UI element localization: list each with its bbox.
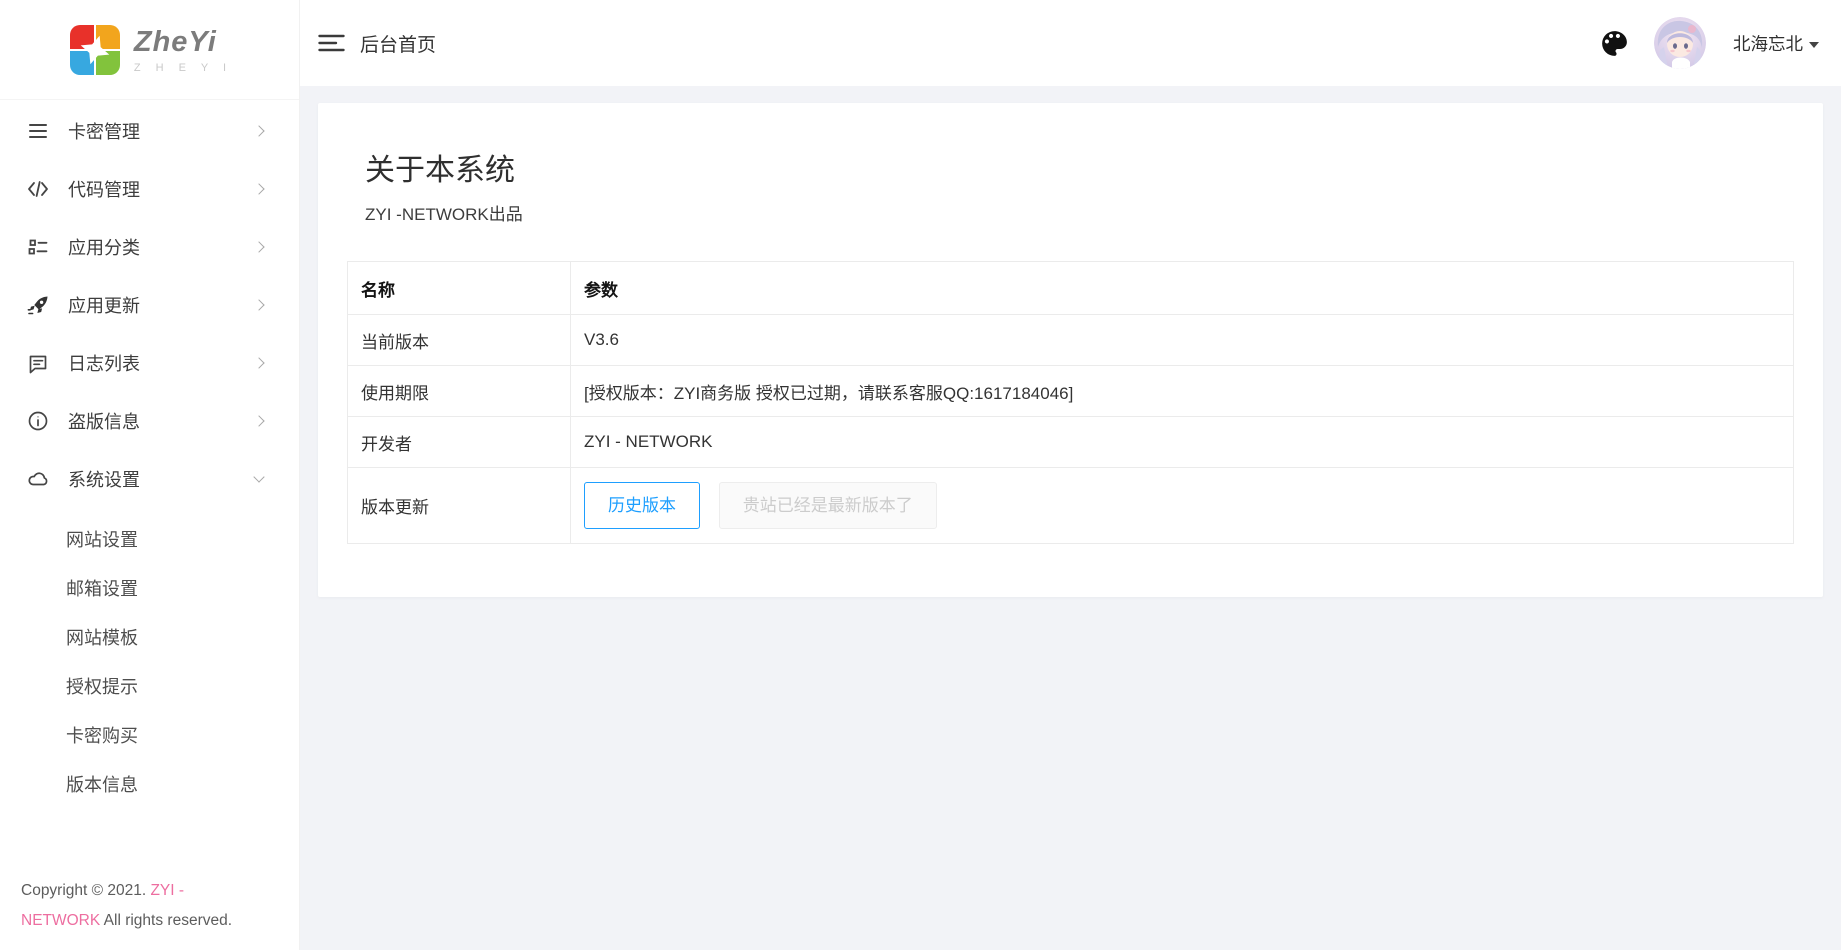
username-label: 北海忘北 <box>1733 31 1803 56</box>
row-actions: 历史版本 贵站已经是最新版本了 <box>571 468 1794 544</box>
sidebar-subitem-site-template[interactable]: 网站模板 <box>0 614 299 663</box>
copyright-prefix: Copyright © 2021. <box>21 882 150 899</box>
sidebar-item-label: 系统设置 <box>68 466 255 492</box>
sidebar-copyright: Copyright © 2021. ZYI - NETWORK All righ… <box>21 876 249 936</box>
sidebar-subitem-mail-settings[interactable]: 邮箱设置 <box>0 565 299 614</box>
code-icon <box>27 178 49 200</box>
sidebar-subitem-version-info[interactable]: 版本信息 <box>0 761 299 810</box>
sidebar-item-app-update[interactable]: 应用更新 <box>0 276 299 334</box>
topbar: 后台首页 <box>300 0 1841 86</box>
chevron-right-icon <box>253 125 264 136</box>
caret-down-icon <box>1809 42 1819 48</box>
row-label: 开发者 <box>348 417 571 468</box>
brand-text: ZheYi Z H E Y I <box>134 26 232 74</box>
copyright-suffix: All rights reserved. <box>100 912 232 929</box>
chevron-right-icon <box>253 299 264 310</box>
brand-logo-icon <box>67 22 123 78</box>
breadcrumb-home[interactable]: 后台首页 <box>360 30 436 57</box>
chevron-right-icon <box>253 357 264 368</box>
sidebar-item-system-settings[interactable]: 系统设置 <box>0 450 299 508</box>
latest-version-button[interactable]: 贵站已经是最新版本了 <box>719 482 937 529</box>
user-avatar[interactable] <box>1654 17 1706 69</box>
sidebar-item-label: 应用分类 <box>68 234 255 260</box>
sidebar-item-log-list[interactable]: 日志列表 <box>0 334 299 392</box>
system-settings-submenu: 网站设置 邮箱设置 网站模板 授权提示 卡密购买 版本信息 <box>0 508 299 810</box>
row-label: 版本更新 <box>348 468 571 544</box>
row-value: [授权版本：ZYI商务版 授权已过期，请联系客服QQ:1617184046] <box>571 366 1794 417</box>
row-value: V3.6 <box>571 315 1794 366</box>
sidebar-item-label: 卡密管理 <box>68 118 255 144</box>
about-table: 名称 参数 当前版本 V3.6 使用期限 [授权版本：ZYI商务版 授权已过期，… <box>347 261 1794 544</box>
history-version-button[interactable]: 历史版本 <box>584 482 700 529</box>
sidebar-subitem-license-notice[interactable]: 授权提示 <box>0 663 299 712</box>
page-subtitle: ZYI -NETWORK出品 <box>365 200 1794 225</box>
brand-subtitle: Z H E Y I <box>134 62 232 74</box>
page: ZheYi Z H E Y I 卡密管理 代码管理 <box>0 0 1841 950</box>
chevron-right-icon <box>253 241 264 252</box>
sidebar-item-code-management[interactable]: 代码管理 <box>0 160 299 218</box>
list-icon <box>27 120 49 142</box>
table-row: 使用期限 [授权版本：ZYI商务版 授权已过期，请联系客服QQ:16171840… <box>348 366 1794 417</box>
topbar-right: 北海忘北 <box>1598 17 1819 69</box>
row-value: ZYI - NETWORK <box>571 417 1794 468</box>
sidebar: ZheYi Z H E Y I 卡密管理 代码管理 <box>0 0 300 950</box>
table-row: 开发者 ZYI - NETWORK <box>348 417 1794 468</box>
sidebar-subitem-site-settings[interactable]: 网站设置 <box>0 516 299 565</box>
sidebar-item-card-key-management[interactable]: 卡密管理 <box>0 102 299 160</box>
sidebar-item-label: 应用更新 <box>68 292 255 318</box>
sidebar-item-label: 盗版信息 <box>68 408 255 434</box>
theme-palette-icon[interactable] <box>1598 27 1631 60</box>
sidebar-item-label: 代码管理 <box>68 176 255 202</box>
row-label: 当前版本 <box>348 315 571 366</box>
col-header-name: 名称 <box>348 262 571 315</box>
sidebar-item-piracy-info[interactable]: 盗版信息 <box>0 392 299 450</box>
table-row: 版本更新 历史版本 贵站已经是最新版本了 <box>348 468 1794 544</box>
chevron-right-icon <box>253 183 264 194</box>
chevron-down-icon <box>253 471 264 482</box>
sidebar-item-app-category[interactable]: 应用分类 <box>0 218 299 276</box>
brand-logo[interactable]: ZheYi Z H E Y I <box>0 0 299 100</box>
chevron-right-icon <box>253 415 264 426</box>
sidebar-menu: 卡密管理 代码管理 应用分类 <box>0 100 299 810</box>
info-circle-icon <box>27 410 49 432</box>
rocket-icon <box>27 294 49 316</box>
main-content: 关于本系统 ZYI -NETWORK出品 名称 参数 当前版本 V3.6 <box>300 86 1841 950</box>
comment-icon <box>27 352 49 374</box>
col-header-param: 参数 <box>571 262 1794 315</box>
row-label: 使用期限 <box>348 366 571 417</box>
sidebar-subitem-card-purchase[interactable]: 卡密购买 <box>0 712 299 761</box>
table-header-row: 名称 参数 <box>348 262 1794 315</box>
menu-fold-icon[interactable] <box>318 32 345 54</box>
table-row: 当前版本 V3.6 <box>348 315 1794 366</box>
tasks-icon <box>27 236 49 258</box>
about-card: 关于本系统 ZYI -NETWORK出品 名称 参数 当前版本 V3.6 <box>318 103 1823 597</box>
user-menu[interactable]: 北海忘北 <box>1733 31 1819 56</box>
cloud-icon <box>27 468 49 490</box>
brand-title: ZheYi <box>134 26 232 59</box>
page-title: 关于本系统 <box>365 145 1794 189</box>
sidebar-item-label: 日志列表 <box>68 350 255 376</box>
